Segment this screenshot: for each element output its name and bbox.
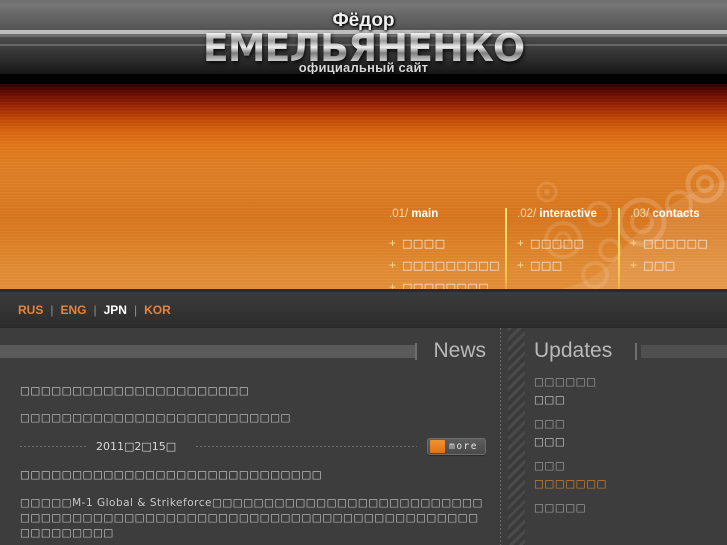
nav-label: main — [411, 208, 439, 220]
update-date: □□□ — [534, 460, 566, 472]
updates-heading: Updates — [534, 339, 613, 362]
article-description: □□□□□□□□□□□□□□□□□□□□□□□□□□ — [20, 412, 291, 425]
plus-icon: + — [517, 236, 525, 250]
article-description: □□□□□M-1 Global & Strikeforce□□□□□□□□□□□… — [20, 496, 483, 539]
plus-icon: + — [630, 258, 638, 272]
nav-item-label: □□□□ — [402, 236, 446, 250]
news-section: News □□□□□□□□□□□□□□□□□□□□□□ □□□□□□□□□□□□… — [0, 328, 500, 545]
update-title[interactable]: □□□ — [534, 394, 727, 406]
news-header: News — [0, 328, 500, 374]
nav-item-contacts-2[interactable]: + □□□ — [630, 258, 727, 272]
updates-header-bar — [641, 345, 727, 358]
nav-number: .03/ — [630, 208, 650, 220]
site-header: Фёдор ЕМЕЛЬЯНЕНКО официальный сайт — [0, 0, 727, 84]
nav-item-interactive-1[interactable]: + □□□□□ — [517, 236, 618, 250]
main-content: News □□□□□□□□□□□□□□□□□□□□□□ □□□□□□□□□□□□… — [0, 328, 727, 545]
language-link-rus[interactable]: RUS — [18, 303, 43, 317]
news-article: □□□□□□□□□□□□□□□□□□□□□□ □□□□□□□□□□□□□□□□□… — [20, 384, 486, 456]
language-link-eng[interactable]: ENG — [60, 303, 86, 317]
nav-heading-interactive: .02/ interactive — [517, 208, 618, 220]
nav-column-contacts: .03/ contacts + □□□□□□ + □□□ — [618, 208, 727, 292]
update-item: □□□ □□□ — [534, 418, 727, 448]
update-item: □□□ □□□□□□□ — [534, 460, 727, 490]
updates-list: □□□□□□ □□□ □□□ □□□ □□□ □□□□□□□ □□□□□ — [525, 374, 727, 514]
nav-item-label: □□□□□□□□□ — [402, 258, 501, 272]
update-date: □□□□□□ — [534, 376, 597, 388]
nav-item-label: □□□□□□ — [643, 236, 709, 250]
update-item: □□□□□□ □□□ — [534, 376, 727, 406]
nav-item-interactive-2[interactable]: + □□□ — [517, 258, 618, 272]
dotted-rule — [20, 445, 86, 447]
more-square-icon — [430, 439, 446, 453]
nav-column-main: .01/ main + □□□□ + □□□□□□□□□ + □□□□□□□□ — [389, 208, 505, 292]
nav-number: .01/ — [389, 208, 409, 220]
update-title-link[interactable]: □□□□□□□ — [534, 478, 727, 490]
logo-tagline: официальный сайт — [298, 60, 429, 75]
hero-banner: .01/ main + □□□□ + □□□□□□□□□ + □□□□□□□□ … — [0, 84, 727, 292]
language-separator: | — [93, 302, 97, 317]
nav-item-main-2[interactable]: + □□□□□□□□□ — [389, 258, 505, 272]
news-article: □□□□□□□□□□□□□□□□□□□□□□□□□□□□□ □□□□□M-1 G… — [20, 468, 486, 545]
language-bar: RUS | ENG | JPN | KOR — [0, 292, 727, 328]
nav-item-label: □□□ — [643, 258, 676, 272]
nav-heading-contacts: .03/ contacts — [630, 208, 727, 220]
language-separator: | — [133, 302, 138, 317]
update-date: □□□ — [534, 418, 566, 430]
nav-item-label: □□□□□ — [530, 236, 585, 250]
article-date: 2011□2□15□ — [96, 439, 177, 453]
news-list: □□□□□□□□□□□□□□□□□□□□□□ □□□□□□□□□□□□□□□□□… — [0, 374, 500, 545]
language-separator: | — [50, 302, 54, 317]
article-title[interactable]: □□□□□□□□□□□□□□□□□□□□□□□□□□□□□ — [20, 468, 486, 482]
updates-section: Updates □□□□□□ □□□ □□□ □□□ □□□ □□□□□□□ □… — [500, 328, 727, 545]
language-link-jpn[interactable]: JPN — [104, 303, 127, 317]
nav-label: interactive — [539, 208, 597, 220]
news-heading: News — [433, 339, 486, 362]
plus-icon: + — [389, 258, 397, 272]
news-header-tick — [415, 343, 417, 360]
plus-icon: + — [517, 258, 525, 272]
dotted-rule — [196, 445, 418, 447]
nav-heading-main: .01/ main — [389, 208, 505, 220]
article-meta: 2011□2□15□ more — [20, 436, 486, 456]
more-button[interactable]: more — [427, 437, 486, 455]
updates-header-tick — [635, 343, 637, 360]
more-button-label: more — [449, 440, 478, 452]
nav-column-interactive: .02/ interactive + □□□□□ + □□□ — [505, 208, 618, 292]
update-title[interactable]: □□□ — [534, 436, 727, 448]
language-link-kor[interactable]: KOR — [144, 303, 171, 317]
main-navigation[interactable]: .01/ main + □□□□ + □□□□□□□□□ + □□□□□□□□ … — [389, 208, 727, 292]
header-bottom-shadow — [0, 74, 727, 84]
plus-icon: + — [630, 236, 638, 250]
nav-number: .02/ — [517, 208, 537, 220]
nav-label: contacts — [652, 208, 700, 220]
article-title[interactable]: □□□□□□□□□□□□□□□□□□□□□□ — [20, 384, 486, 398]
nav-item-label: □□□ — [530, 258, 563, 272]
updates-header: Updates — [525, 328, 727, 374]
nav-item-main-1[interactable]: + □□□□ — [389, 236, 505, 250]
site-logo[interactable]: Фёдор ЕМЕЛЬЯНЕНКО официальный сайт — [0, 0, 727, 84]
update-item: □□□□□ — [534, 502, 727, 514]
plus-icon: + — [389, 236, 397, 250]
nav-item-contacts-1[interactable]: + □□□□□□ — [630, 236, 727, 250]
news-header-bar — [0, 345, 415, 358]
update-date: □□□□□ — [534, 502, 587, 514]
